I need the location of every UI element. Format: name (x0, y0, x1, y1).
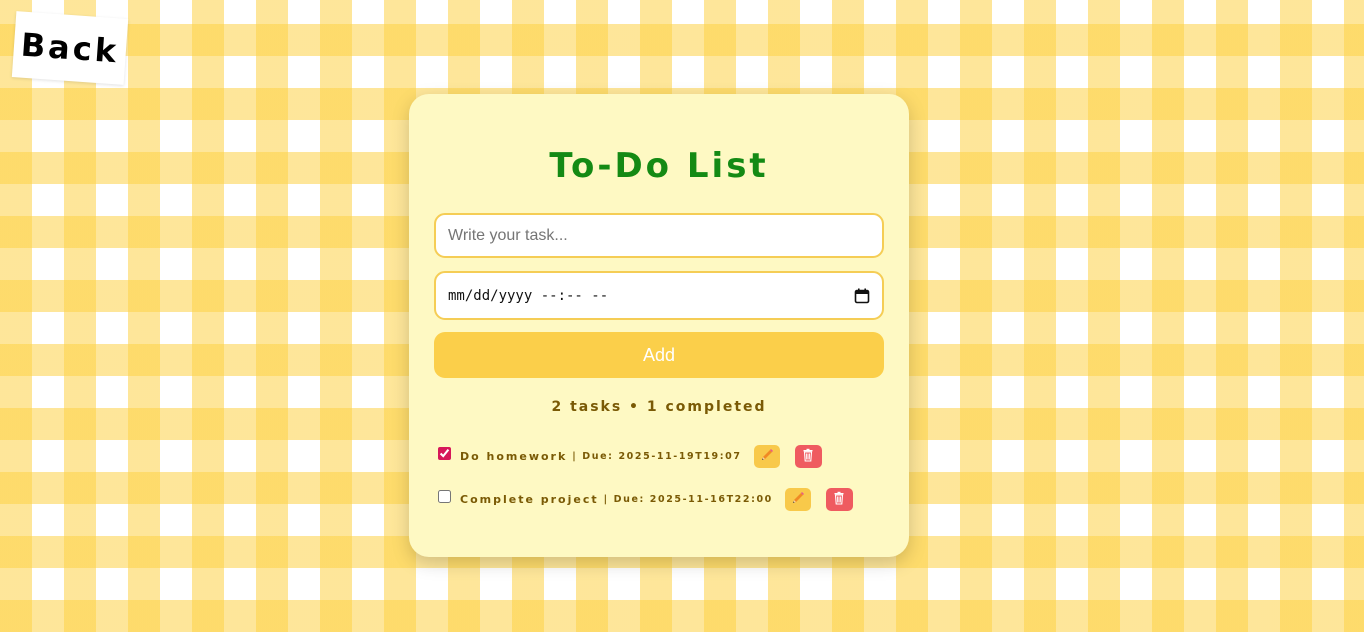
back-button[interactable]: Back (11, 11, 129, 85)
todo-card: To-Do List mm/dd/yyyy --:-- -- Add 2 tas… (409, 94, 909, 557)
task-due-date: | Due: 2025-11-16T22:00 (603, 493, 773, 505)
task-list: Do homework | Due: 2025-11-19T19:07 Comp… (437, 442, 897, 528)
add-task-button[interactable]: Add (434, 332, 884, 378)
pencil-icon (760, 448, 774, 465)
due-date-input[interactable]: mm/dd/yyyy --:-- -- (434, 271, 884, 320)
task-item: Complete project | Due: 2025-11-16T22:00 (437, 485, 897, 513)
task-due-date: | Due: 2025-11-19T19:07 (572, 450, 742, 462)
page-title: To-Do List (549, 146, 769, 186)
trash-icon (801, 448, 815, 465)
task-name: Do homework (460, 449, 568, 463)
pencil-icon (791, 491, 805, 508)
task-input[interactable] (434, 213, 884, 258)
edit-task-button[interactable] (753, 444, 780, 468)
task-name: Complete project (460, 492, 599, 506)
task-complete-checkbox[interactable] (438, 446, 451, 460)
delete-task-button[interactable] (825, 487, 853, 511)
edit-task-button[interactable] (784, 487, 811, 511)
back-button-label: Back (19, 25, 121, 71)
task-stats: 2 tasks • 1 completed (551, 399, 767, 415)
trash-icon (832, 491, 846, 508)
due-date-value: mm/dd/yyyy --:-- -- (448, 287, 609, 304)
task-complete-checkbox[interactable] (438, 489, 451, 503)
task-item: Do homework | Due: 2025-11-19T19:07 (437, 442, 897, 470)
calendar-icon[interactable] (854, 288, 870, 304)
delete-task-button[interactable] (794, 444, 822, 468)
